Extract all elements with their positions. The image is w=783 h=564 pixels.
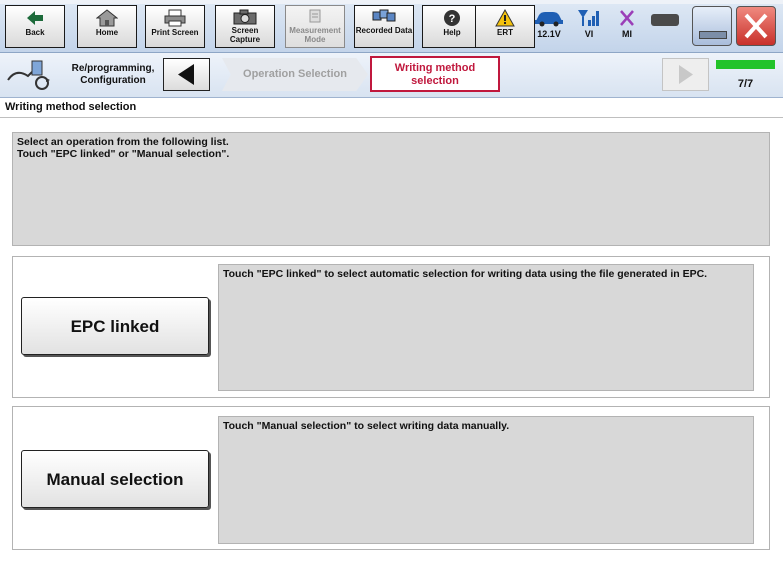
instruction-box: Select an operation from the following l… — [12, 132, 770, 246]
epc-linked-description: Touch "EPC linked" to select automatic s… — [218, 264, 754, 391]
breadcrumb-step-current: Writing method selection — [370, 56, 500, 92]
close-button[interactable] — [736, 6, 776, 46]
status-indicator-icon — [651, 14, 679, 26]
battery-voltage-value: 12.1V — [537, 29, 561, 39]
measurement-mode-button[interactable]: Measurement Mode — [285, 5, 345, 48]
minimize-button[interactable] — [692, 6, 732, 46]
breadcrumb-step-operation-selection[interactable]: Operation Selection — [222, 58, 368, 91]
page-title: Writing method selection — [5, 101, 137, 113]
home-icon — [96, 9, 118, 27]
epc-linked-button[interactable]: EPC linked — [21, 297, 209, 355]
home-button[interactable]: Home — [77, 5, 137, 48]
svg-text:?: ? — [449, 13, 456, 25]
next-step-button[interactable] — [662, 58, 709, 91]
disconnected-x-icon — [620, 10, 634, 26]
camera-icon — [233, 9, 257, 25]
printer-icon — [164, 9, 186, 27]
option-panel-epc-linked: EPC linked Touch "EPC linked" to select … — [12, 256, 770, 398]
progress-bar-fill — [716, 60, 775, 69]
progress-bar — [716, 60, 775, 69]
previous-step-button[interactable] — [163, 58, 210, 91]
option-panel-manual-selection: Manual selection Touch "Manual selection… — [12, 406, 770, 550]
vi-label: VI — [584, 29, 594, 39]
top-toolbar: Back Home Print Screen Screen Capture Me… — [0, 0, 783, 53]
screen-capture-button[interactable]: Screen Capture — [215, 5, 275, 48]
instruction-line-1: Select an operation from the following l… — [17, 136, 229, 148]
car-icon — [535, 12, 563, 27]
section-title: Re/programming, Configuration — [71, 63, 155, 86]
title-divider — [0, 117, 783, 118]
recorded-data-icon — [372, 9, 396, 22]
step-progress: 7/7 — [714, 58, 777, 94]
vi-status: VI — [570, 6, 608, 46]
right-arrow-icon — [679, 65, 693, 84]
ert-button[interactable]: ERT — [475, 5, 535, 48]
left-arrow-icon — [178, 64, 194, 85]
instruction-line-2: Touch "EPC linked" or "Manual selection"… — [17, 148, 230, 160]
warning-icon — [495, 9, 515, 27]
mi-status: MI — [608, 6, 646, 46]
recorded-data-button[interactable]: Recorded Data — [354, 5, 414, 48]
title-strip — [0, 0, 783, 4]
manual-selection-button[interactable]: Manual selection — [21, 450, 209, 508]
back-button[interactable]: Back — [5, 5, 65, 48]
help-icon: ? — [444, 10, 460, 26]
battery-voltage-status: 12.1V — [530, 6, 568, 46]
manual-selection-description: Touch "Manual selection" to select writi… — [218, 416, 754, 544]
signal-icon — [578, 10, 599, 26]
measurement-icon — [309, 9, 321, 23]
progress-text: 7/7 — [737, 78, 754, 90]
print-screen-button[interactable]: Print Screen — [145, 5, 205, 48]
minimize-icon — [699, 31, 727, 39]
back-arrow-icon — [27, 11, 43, 25]
reprogramming-icon — [7, 60, 50, 90]
mi-label: MI — [622, 29, 632, 39]
help-button[interactable]: ? Help — [422, 5, 482, 48]
close-icon — [744, 13, 768, 39]
